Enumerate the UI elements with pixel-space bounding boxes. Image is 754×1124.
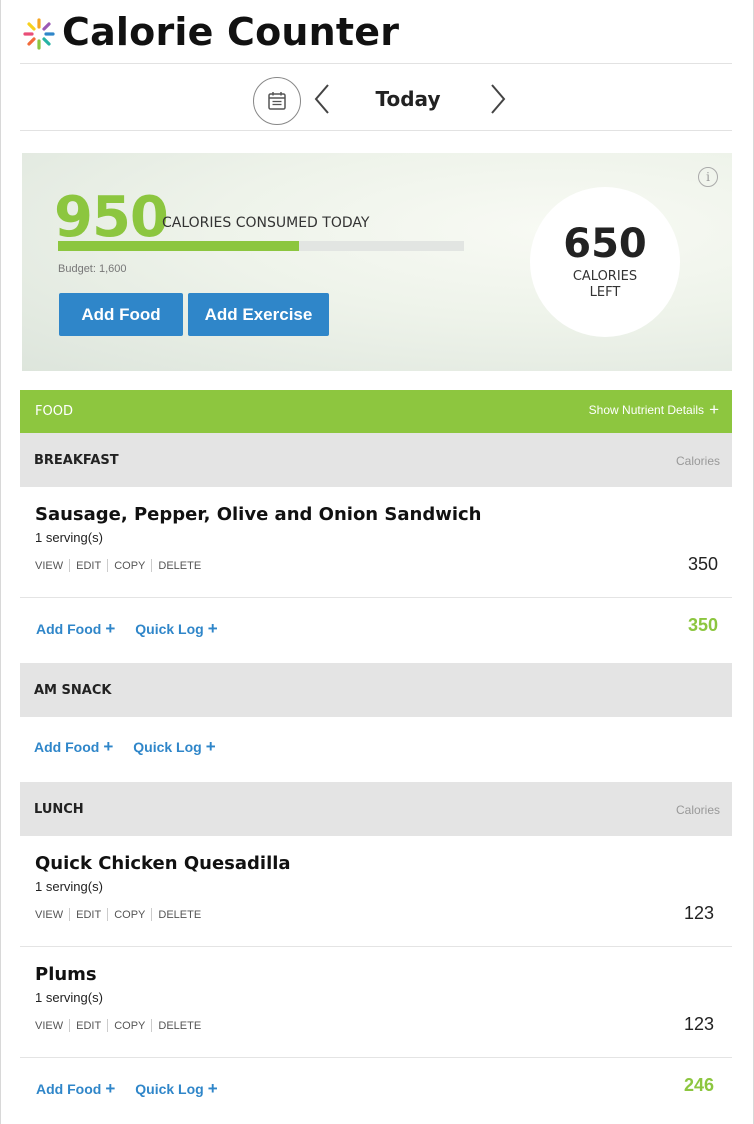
calorie-progress-bar: [58, 241, 464, 251]
meal-quick-links: Add Food + Quick Log +: [34, 737, 216, 757]
plus-icon: +: [105, 1079, 116, 1098]
show-nutrient-details-label: Show Nutrient Details: [588, 403, 705, 417]
divider: [151, 1019, 153, 1032]
food-entry-calories: 123: [683, 1014, 714, 1034]
food-section-title: FOOD: [35, 404, 73, 419]
calories-left-label: CALORIES LEFT: [530, 269, 680, 301]
divider: [107, 908, 109, 921]
calories-left-value: 650: [563, 221, 647, 267]
budget-label: Budget: 1,600: [58, 263, 127, 275]
app-title: Calorie Counter: [62, 9, 400, 54]
calendar-icon: [268, 92, 286, 110]
food-entry-calories: 123: [683, 903, 714, 923]
quick-log-link[interactable]: Quick Log +: [133, 737, 215, 757]
copy-link[interactable]: COPY: [114, 1020, 145, 1032]
meal-name: BREAKFAST: [34, 453, 119, 468]
meal-quick-links: Add Food + Quick Log +: [36, 1079, 218, 1099]
food-entry-name[interactable]: Quick Chicken Quesadilla: [35, 853, 291, 874]
quick-log-link-label: Quick Log: [135, 621, 204, 637]
calendar-button[interactable]: [253, 77, 301, 125]
add-food-link-label: Add Food: [36, 1081, 102, 1097]
plus-icon: +: [207, 1079, 218, 1098]
view-link[interactable]: VIEW: [35, 909, 63, 921]
plus-icon: +: [205, 737, 216, 756]
copy-link[interactable]: COPY: [114, 560, 145, 572]
delete-link[interactable]: DELETE: [158, 1020, 201, 1032]
chevron-right-icon: [491, 84, 506, 114]
divider: [107, 1019, 109, 1032]
add-food-link-label: Add Food: [36, 621, 102, 637]
chevron-left-icon: [314, 84, 329, 114]
edit-link[interactable]: EDIT: [76, 1020, 101, 1032]
meal-name: AM SNACK: [34, 683, 112, 698]
quick-log-link-label: Quick Log: [135, 1081, 204, 1097]
meal-quick-links: Add Food + Quick Log +: [36, 619, 218, 639]
divider: [151, 908, 153, 921]
food-entry-actions: VIEW EDIT COPY DELETE: [35, 559, 201, 572]
food-entry-serving: 1 serving(s): [35, 879, 103, 894]
food-entry-serving: 1 serving(s): [35, 990, 103, 1005]
show-nutrient-details-link[interactable]: Show Nutrient Details +: [588, 400, 719, 419]
food-entry-actions: VIEW EDIT COPY DELETE: [35, 908, 201, 921]
calories-left-circle: 650 CALORIES LEFT: [530, 187, 680, 337]
calories-column-label: Calories: [675, 454, 720, 468]
quick-log-link-label: Quick Log: [133, 739, 202, 755]
plus-icon: +: [709, 400, 719, 419]
divider: [69, 908, 71, 921]
app-header: Calorie Counter: [20, 0, 732, 64]
meal-total-calories: 246: [683, 1075, 714, 1095]
meal-header-am-snack: AM SNACK: [20, 663, 732, 717]
meal-footer-lunch: Add Food + Quick Log + 246: [20, 1059, 732, 1117]
view-link[interactable]: VIEW: [35, 560, 63, 572]
meal-footer-am-snack: Add Food + Quick Log +: [20, 717, 732, 775]
food-entry-name[interactable]: Plums: [35, 964, 97, 985]
food-entry-name[interactable]: Sausage, Pepper, Olive and Onion Sandwic…: [35, 504, 481, 525]
meal-footer-breakfast: Add Food + Quick Log + 350: [20, 599, 732, 657]
delete-link[interactable]: DELETE: [158, 909, 201, 921]
divider: [107, 559, 109, 572]
food-entry: Quick Chicken Quesadilla 1 serving(s) VI…: [20, 837, 732, 947]
view-link[interactable]: VIEW: [35, 1020, 63, 1032]
add-food-link-label: Add Food: [34, 739, 100, 755]
food-entry-actions: VIEW EDIT COPY DELETE: [35, 1019, 201, 1032]
calorie-summary-panel: 950 CALORIES CONSUMED TODAY Budget: 1,60…: [22, 153, 732, 371]
calories-left-label-line2: LEFT: [589, 285, 621, 300]
next-day-button[interactable]: [486, 79, 510, 119]
delete-link[interactable]: DELETE: [158, 560, 201, 572]
divider: [151, 559, 153, 572]
meal-header-breakfast: BREAKFAST Calories: [20, 433, 732, 487]
calories-left-label-line1: CALORIES: [572, 269, 638, 284]
add-food-link[interactable]: Add Food +: [34, 737, 113, 757]
edit-link[interactable]: EDIT: [76, 560, 101, 572]
meal-total-calories: 350: [687, 615, 718, 635]
add-exercise-button[interactable]: Add Exercise: [188, 293, 329, 336]
starburst-logo-icon: [20, 15, 58, 53]
food-entry-calories: 350: [687, 554, 718, 574]
calories-consumed-label: CALORIES CONSUMED TODAY: [162, 215, 370, 231]
add-food-button[interactable]: Add Food: [59, 293, 183, 336]
quick-log-link[interactable]: Quick Log +: [135, 1079, 217, 1099]
food-section-header: FOOD Show Nutrient Details +: [20, 390, 732, 433]
food-entry-serving: 1 serving(s): [35, 530, 103, 545]
calories-column-label: Calories: [675, 803, 720, 817]
current-date-label: Today: [375, 87, 441, 111]
plus-icon: +: [207, 619, 218, 638]
copy-link[interactable]: COPY: [114, 909, 145, 921]
calorie-progress-fill: [58, 241, 300, 251]
meal-name: LUNCH: [34, 802, 84, 817]
quick-log-link[interactable]: Quick Log +: [135, 619, 217, 639]
info-icon[interactable]: i: [698, 167, 718, 187]
add-food-link[interactable]: Add Food +: [36, 619, 115, 639]
add-food-link[interactable]: Add Food +: [36, 1079, 115, 1099]
food-entry: Plums 1 serving(s) VIEW EDIT COPY DELETE…: [20, 948, 732, 1058]
divider: [69, 1019, 71, 1032]
plus-icon: +: [103, 737, 114, 756]
divider: [69, 559, 71, 572]
edit-link[interactable]: EDIT: [76, 909, 101, 921]
meal-header-lunch: LUNCH Calories: [20, 782, 732, 836]
previous-day-button[interactable]: [310, 79, 334, 119]
food-entry: Sausage, Pepper, Olive and Onion Sandwic…: [20, 488, 732, 598]
date-navigation: Today: [20, 65, 732, 131]
plus-icon: +: [105, 619, 116, 638]
